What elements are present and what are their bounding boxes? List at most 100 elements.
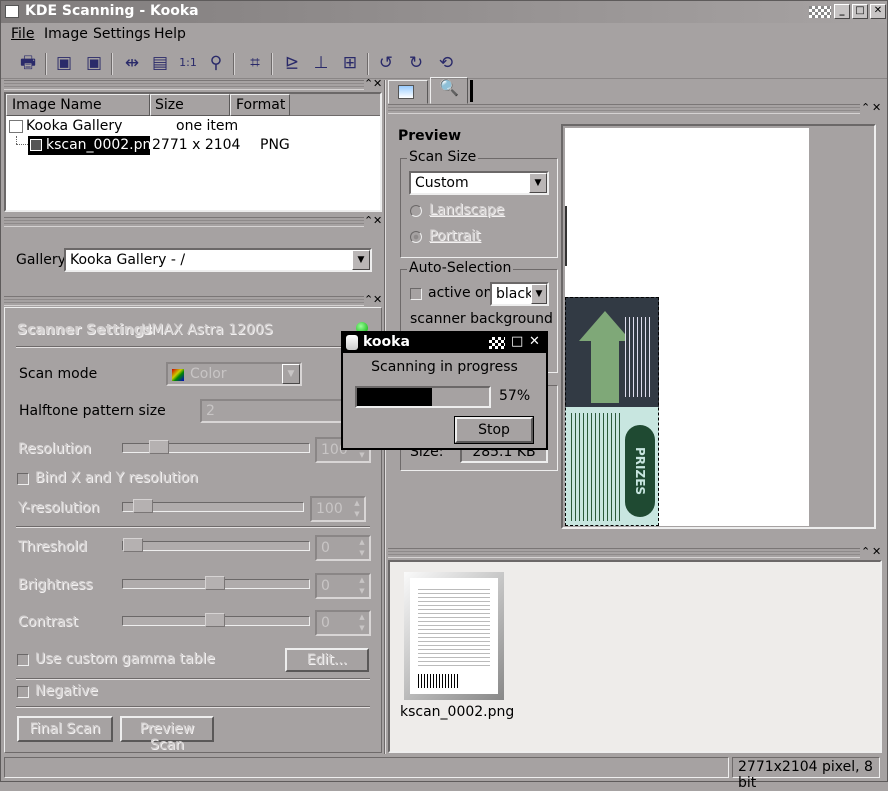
rotate-180-icon[interactable]: ⟲ — [433, 50, 459, 76]
chevron-down-icon: ▼ — [529, 173, 547, 193]
chevron-down-icon: ▼ — [352, 250, 370, 270]
column-format[interactable]: Format — [230, 94, 290, 116]
tab-gallery[interactable] — [388, 80, 428, 104]
y-resolution-label: Y-resolution — [18, 500, 100, 516]
spin-arrows-icon[interactable]: ▲▼ — [350, 498, 364, 520]
menu-file[interactable]: File — [11, 26, 34, 42]
dock-handle[interactable] — [388, 104, 860, 114]
rotate-right-icon[interactable]: ↻ — [403, 50, 429, 76]
crop-icon[interactable]: ⌗ — [242, 50, 268, 76]
close-dock-icon[interactable]: ✕ — [872, 102, 881, 113]
y-resolution-spinbox[interactable]: 100 ▲ ▼ — [310, 496, 366, 522]
tree-row[interactable]: kscan_0002.png 2771 x 2104 PNG — [6, 136, 380, 155]
undock-icon[interactable]: ⌃ — [861, 102, 870, 113]
close-dock-icon[interactable]: ✕ — [872, 546, 881, 557]
edit-gamma-button[interactable]: Edit... — [285, 648, 369, 672]
folder-icon — [9, 120, 23, 133]
dock-handle[interactable] — [4, 296, 364, 306]
active-on-label: active on — [428, 285, 493, 301]
slider-handle[interactable] — [205, 613, 225, 627]
maximize-icon[interactable]: □ — [511, 334, 523, 349]
save-image-icon[interactable]: ▣ — [51, 50, 77, 76]
slider-handle[interactable] — [205, 576, 225, 590]
row-name: Kooka Gallery — [26, 118, 123, 134]
brightness-slider[interactable] — [122, 576, 310, 590]
spin-arrows-icon[interactable]: ▲▼ — [355, 575, 369, 597]
bind-resolution-checkbox[interactable] — [17, 473, 29, 485]
scan-size-combo[interactable]: Custom ▼ — [409, 171, 549, 195]
close-button[interactable]: ✕ — [870, 4, 886, 19]
row-size: 2771 x 2104 — [152, 137, 241, 153]
menu-help[interactable]: Help — [154, 26, 186, 42]
mirror-vertical-icon[interactable]: ⊵ — [279, 50, 305, 76]
spin-arrows-icon[interactable]: ▲▼ — [355, 612, 369, 634]
slider-handle[interactable] — [123, 538, 143, 552]
portrait-radio[interactable] — [410, 231, 422, 243]
close-dock-icon[interactable]: ✕ — [373, 294, 382, 305]
sticky-icon[interactable] — [489, 337, 505, 349]
progress-dialog: kooka □ ✕ Scanning in progress 57% Stop — [341, 331, 548, 450]
thumbnail-image[interactable] — [404, 572, 504, 700]
brightness-spinbox[interactable]: 0 ▲ ▼ — [315, 573, 371, 599]
undock-icon[interactable]: ⌃ — [364, 294, 373, 305]
close-dock-icon[interactable]: ✕ — [373, 78, 382, 89]
gallery-combo[interactable]: Kooka Gallery - / ▼ — [64, 248, 372, 272]
zoom-original-icon[interactable]: 1:1 — [175, 50, 201, 76]
threshold-slider[interactable] — [122, 538, 310, 552]
dock-handle[interactable] — [388, 548, 860, 558]
title-bar: KDE Scanning - Kooka _ □ ✕ — [1, 1, 887, 23]
menu-bar: File Image Settings Help — [1, 24, 887, 46]
selection-rectangle[interactable] — [565, 297, 659, 526]
background-combo[interactable]: black ▼ — [490, 282, 549, 306]
sticky-icon[interactable] — [809, 6, 831, 18]
print-icon[interactable]: 🖶 — [15, 50, 41, 76]
tree-row[interactable]: Kooka Gallery one item — [6, 117, 380, 136]
dock-handle[interactable] — [4, 80, 364, 90]
zoom-icon[interactable]: ⚲ — [203, 50, 229, 76]
undock-icon[interactable]: ⌃ — [861, 546, 870, 557]
fit-height-icon[interactable]: ▤ — [147, 50, 173, 76]
maximize-button[interactable]: □ — [852, 4, 868, 19]
preview-canvas[interactable]: PRIZES — [561, 124, 876, 529]
progress-message: Scanning in progress — [371, 359, 518, 375]
mirror-both-icon[interactable]: ⊞ — [337, 50, 363, 76]
rotate-left-icon[interactable]: ↺ — [373, 50, 399, 76]
chevron-down-icon: ▼ — [531, 284, 547, 304]
gamma-checkbox[interactable] — [17, 654, 29, 666]
status-message — [4, 757, 729, 778]
gamma-label: Use custom gamma table — [35, 651, 215, 667]
preview-scan-button[interactable]: Preview Scan — [120, 716, 214, 753]
close-dock-icon[interactable]: ✕ — [373, 215, 382, 226]
column-image-name[interactable]: Image Name — [6, 94, 150, 116]
menu-image[interactable]: Image — [44, 26, 88, 42]
status-image-info: 2771x2104 pixel, 8 bit — [732, 757, 880, 791]
halftone-label: Halftone pattern size — [19, 403, 166, 419]
fit-width-icon[interactable]: ⇹ — [119, 50, 145, 76]
tab-preview[interactable]: 🔍 — [430, 77, 468, 104]
column-size[interactable]: Size — [150, 94, 230, 116]
save-image-as-icon[interactable]: ▣ — [81, 50, 107, 76]
threshold-spinbox[interactable]: 0 ▲ ▼ — [315, 535, 371, 561]
stop-button[interactable]: Stop — [454, 416, 534, 444]
auto-selection-checkbox[interactable] — [410, 288, 422, 300]
dock-handle[interactable] — [4, 217, 364, 227]
minimize-button[interactable]: _ — [834, 4, 850, 19]
contrast-slider[interactable] — [122, 613, 310, 627]
undock-icon[interactable]: ⌃ — [364, 78, 373, 89]
y-resolution-slider[interactable] — [122, 499, 304, 513]
scan-mode-combo[interactable]: Color ▼ — [166, 362, 302, 386]
final-scan-button[interactable]: Final Scan — [17, 716, 113, 742]
resolution-slider[interactable] — [122, 440, 310, 454]
row-format: PNG — [260, 137, 290, 153]
spin-arrows-icon[interactable]: ▲▼ — [355, 537, 369, 559]
slider-handle[interactable] — [133, 499, 153, 513]
undock-icon[interactable]: ⌃ — [364, 215, 373, 226]
close-icon[interactable]: ✕ — [529, 334, 540, 349]
contrast-spinbox[interactable]: 0 ▲ ▼ — [315, 610, 371, 636]
mirror-horizontal-icon[interactable]: ⊥ — [308, 50, 334, 76]
menu-settings[interactable]: Settings — [93, 26, 150, 42]
slider-handle[interactable] — [149, 440, 169, 454]
progress-fill — [357, 388, 433, 406]
negative-checkbox[interactable] — [17, 686, 29, 698]
landscape-radio[interactable] — [410, 205, 422, 217]
